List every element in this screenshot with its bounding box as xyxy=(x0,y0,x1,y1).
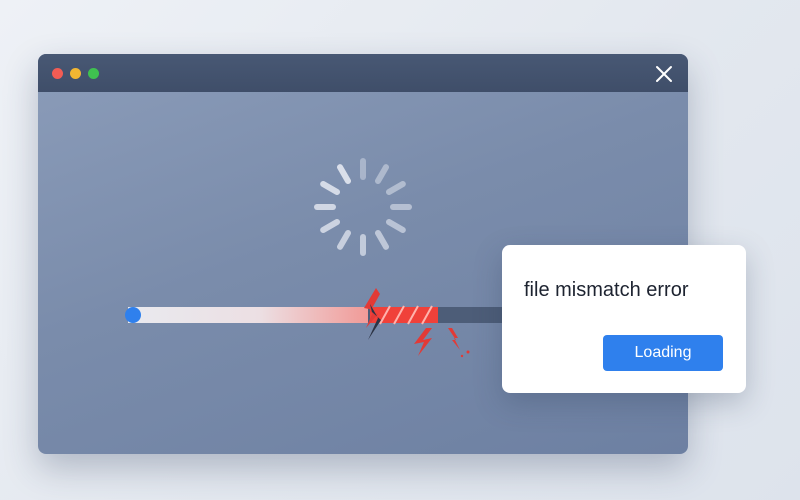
spinner-tick xyxy=(337,229,351,250)
spinner-icon xyxy=(314,158,412,256)
spinner-tick xyxy=(385,181,406,195)
spinner-tick xyxy=(320,219,341,233)
error-message: file mismatch error xyxy=(524,279,689,301)
progress-error-segment xyxy=(370,305,438,325)
spinner-tick xyxy=(337,164,351,185)
loading-button[interactable]: Loading xyxy=(603,335,723,371)
close-icon[interactable] xyxy=(654,64,674,84)
title-bar xyxy=(38,54,688,92)
progress-handle[interactable] xyxy=(125,307,141,323)
progress-fill xyxy=(128,307,368,323)
spinner-tick xyxy=(375,229,389,250)
error-dialog: file mismatch error Loading xyxy=(502,245,746,393)
spinner-tick xyxy=(320,181,341,195)
progress-bar xyxy=(125,288,558,358)
spinner-tick xyxy=(375,164,389,185)
minimize-traffic-light[interactable] xyxy=(70,68,81,79)
spinner-tick xyxy=(385,219,406,233)
close-traffic-light[interactable] xyxy=(52,68,63,79)
maximize-traffic-light[interactable] xyxy=(88,68,99,79)
